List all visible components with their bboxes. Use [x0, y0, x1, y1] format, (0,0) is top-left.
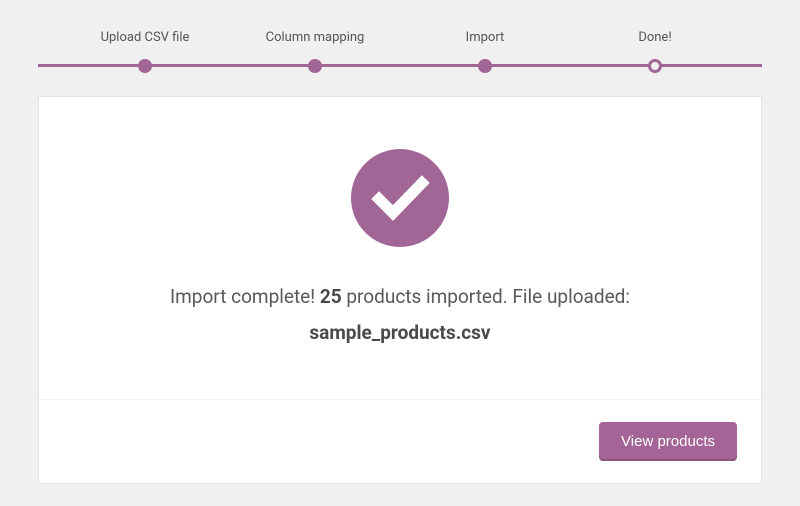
- step-dot-icon: [308, 59, 322, 73]
- checkmark-icon: [351, 149, 449, 251]
- step-label: Done!: [638, 30, 671, 45]
- step-dot-current-icon: [648, 59, 662, 73]
- step-upload-csv: Upload CSV file: [60, 30, 230, 73]
- import-message: Import complete! 25 products imported. F…: [170, 279, 630, 351]
- step-import: Import: [400, 30, 570, 73]
- step-label: Column mapping: [266, 30, 365, 45]
- view-products-button[interactable]: View products: [599, 422, 737, 461]
- import-stepper: Upload CSV file Column mapping Import Do…: [38, 30, 762, 70]
- step-label: Import: [466, 30, 505, 45]
- card-footer: View products: [39, 399, 761, 483]
- import-result-card: Import complete! 25 products imported. F…: [38, 96, 762, 484]
- imported-count: 25: [320, 285, 342, 308]
- card-body: Import complete! 25 products imported. F…: [39, 97, 761, 399]
- uploaded-filename: sample_products.csv: [309, 321, 490, 344]
- step-done: Done!: [570, 30, 740, 73]
- step-column-mapping: Column mapping: [230, 30, 400, 73]
- message-prefix: Import complete!: [170, 285, 320, 308]
- step-dot-icon: [478, 59, 492, 73]
- message-mid: products imported. File uploaded:: [342, 285, 630, 308]
- step-label: Upload CSV file: [101, 30, 190, 45]
- step-dot-icon: [138, 59, 152, 73]
